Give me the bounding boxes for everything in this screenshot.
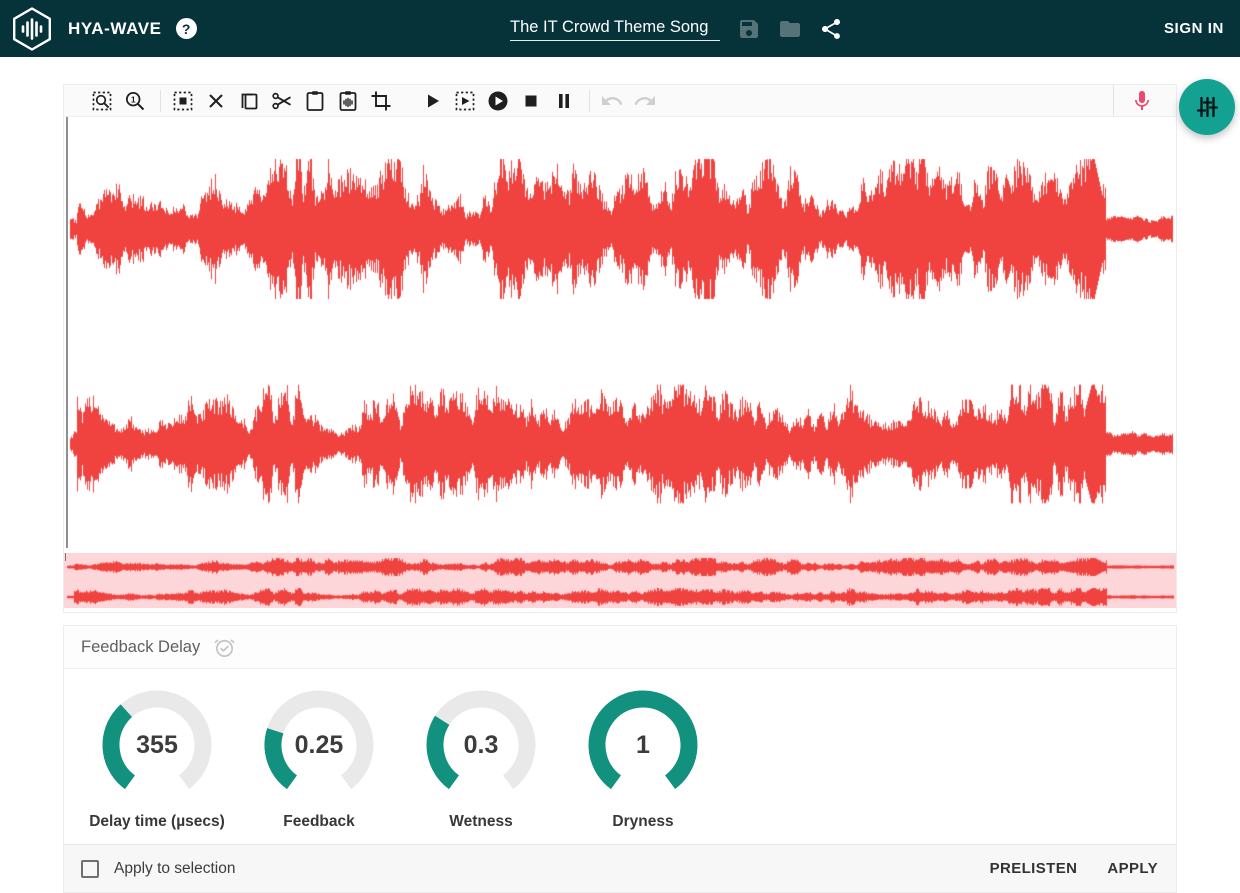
select-all-icon[interactable] <box>171 89 195 113</box>
apply-button[interactable]: APPLY <box>1107 860 1158 877</box>
toolbar-separator <box>589 90 590 112</box>
knob-label: Wetness <box>449 813 512 831</box>
paste-icon[interactable] <box>303 89 327 113</box>
toolbar: 1 <box>64 85 1176 117</box>
cut-icon[interactable] <box>270 89 294 113</box>
copy-icon[interactable] <box>237 89 261 113</box>
knob-label: Dryness <box>612 813 673 831</box>
open-folder-icon[interactable] <box>778 17 802 41</box>
toolbar-separator <box>160 90 161 112</box>
playhead-cursor <box>66 117 68 548</box>
alarm-check-icon <box>213 636 236 659</box>
record-area <box>1113 85 1176 117</box>
effects-fab-button[interactable] <box>1179 79 1235 135</box>
play-icon[interactable] <box>420 89 444 113</box>
redo-icon <box>633 89 657 113</box>
save-icon[interactable] <box>737 17 761 41</box>
knob-dial-delay-time[interactable]: 355 <box>101 689 213 801</box>
effect-panel: Feedback Delay 355 Delay time (µsecs) 0.25… <box>63 625 1177 893</box>
overview-playhead <box>65 553 66 561</box>
help-icon[interactable]: ? <box>176 18 197 39</box>
clear-selection-icon[interactable] <box>204 89 228 113</box>
prelisten-button[interactable]: PRELISTEN <box>990 860 1078 877</box>
effect-panel-header: Feedback Delay <box>64 626 1176 669</box>
knob-feedback: 0.25 Feedback <box>238 689 400 831</box>
brand-name: HYA-WAVE <box>68 19 162 39</box>
knob-dial-dryness[interactable]: 1 <box>587 689 699 801</box>
share-icon[interactable] <box>819 17 843 41</box>
knobs-row: 355 Delay time (µsecs) 0.25 Feedback 0.3 Wetn… <box>64 669 1176 844</box>
knob-delay-time: 355 Delay time (µsecs) <box>76 689 238 831</box>
stop-icon[interactable] <box>519 89 543 113</box>
knob-label: Feedback <box>283 813 355 831</box>
editor-card: 1 <box>63 84 1177 613</box>
crop-icon[interactable] <box>369 89 393 113</box>
pause-icon[interactable] <box>552 89 576 113</box>
hexagon-waveform-logo[interactable] <box>8 5 56 53</box>
svg-text:1: 1 <box>131 94 136 104</box>
knob-label: Delay time (µsecs) <box>89 813 225 831</box>
knob-dryness: 1 Dryness <box>562 689 724 831</box>
play-selection-icon[interactable] <box>453 89 477 113</box>
waveform-canvas[interactable] <box>64 117 1176 548</box>
knob-dial-wetness[interactable]: 0.3 <box>425 689 537 801</box>
mic-icon[interactable] <box>1130 89 1154 113</box>
knob-dial-feedback[interactable]: 0.25 <box>263 689 375 801</box>
app-header: HYA-WAVE ? SIGN IN <box>0 0 1240 57</box>
paste-insert-icon[interactable] <box>336 89 360 113</box>
zoom-reset-icon[interactable]: 1 <box>123 89 147 113</box>
sign-in-button[interactable]: SIGN IN <box>1164 20 1224 37</box>
project-title-input[interactable] <box>510 16 720 41</box>
project-title-area <box>510 0 843 57</box>
apply-to-selection-checkbox[interactable] <box>81 860 99 878</box>
apply-to-selection-label: Apply to selection <box>114 860 236 878</box>
effect-title: Feedback Delay <box>81 638 200 657</box>
waveform-display[interactable] <box>64 117 1176 548</box>
play-all-icon[interactable] <box>486 89 510 113</box>
undo-icon <box>600 89 624 113</box>
effect-panel-footer: Apply to selection PRELISTEN APPLY <box>64 844 1176 892</box>
knob-wetness: 0.3 Wetness <box>400 689 562 831</box>
waveform-overview[interactable] <box>64 553 1176 608</box>
zoom-selection-icon[interactable] <box>90 89 114 113</box>
overview-canvas[interactable] <box>64 553 1176 608</box>
tune-sliders-icon <box>1193 93 1221 121</box>
